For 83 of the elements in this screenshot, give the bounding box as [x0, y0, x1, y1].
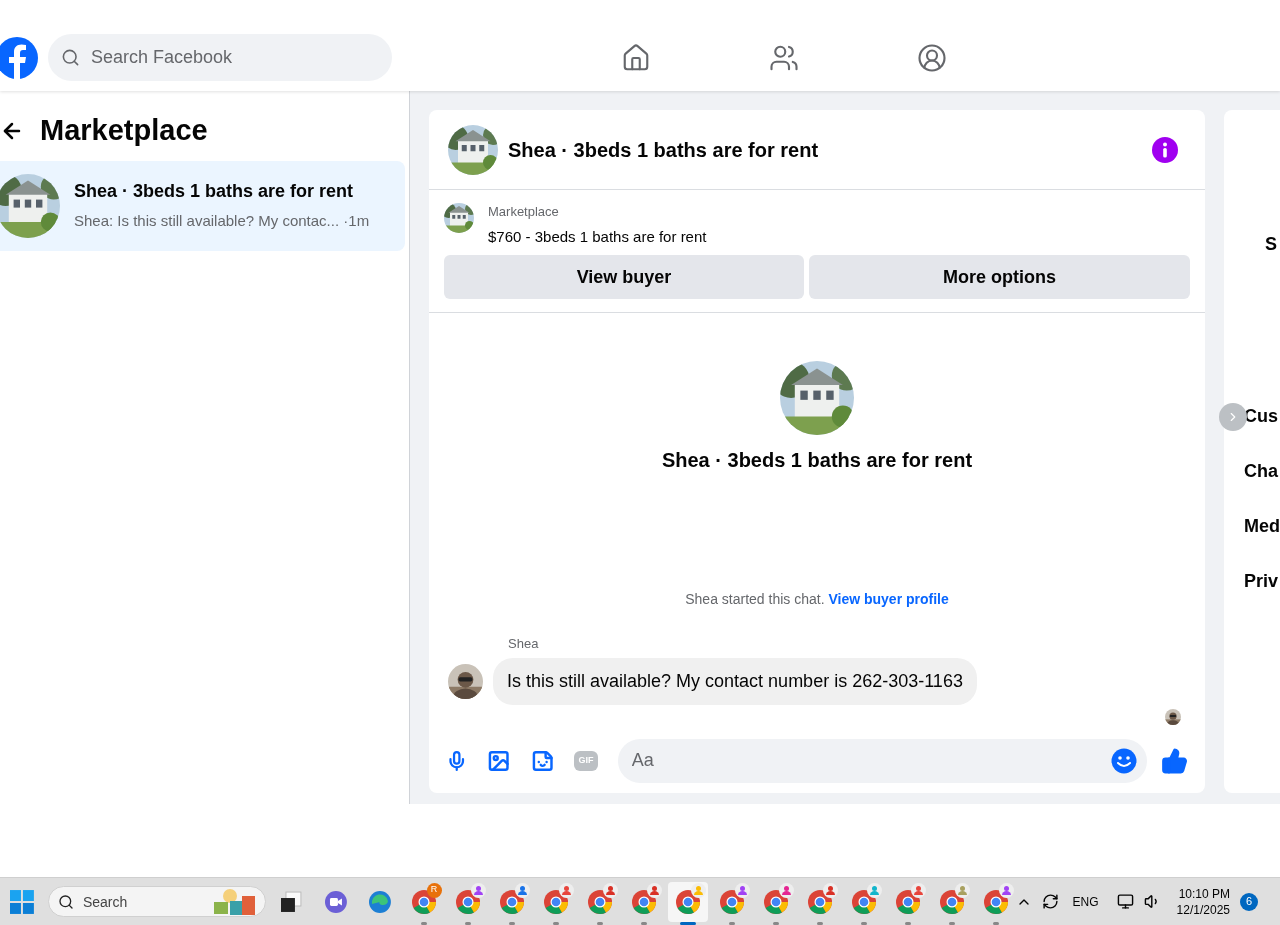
- language-indicator[interactable]: ENG: [1072, 892, 1099, 911]
- conversation-preview: Shea: Is this still available? My contac... ·1m: [74, 211, 370, 232]
- running-indicator: [728, 921, 735, 925]
- profile-badge-icon: [910, 882, 926, 898]
- browser-icon: [938, 888, 965, 915]
- clock[interactable]: 10:10 PM 12/1/2025: [1176, 885, 1230, 918]
- sender-name: Shea: [508, 635, 540, 653]
- running-indicator: [904, 921, 911, 925]
- details-item: S: [1265, 233, 1278, 256]
- running-indicator: [640, 921, 647, 925]
- browser-taskbar-button[interactable]: [667, 881, 708, 922]
- profile-tab[interactable]: [916, 41, 948, 74]
- search-field[interactable]: Search Facebook: [48, 34, 392, 81]
- conversation-title: Shea · 3beds 1 baths are for rent: [74, 180, 355, 204]
- browser-icon: [762, 888, 789, 915]
- details-item: Priv: [1244, 570, 1280, 593]
- message-bubble: Is this still available? My contact number is 262-303-1163: [493, 657, 977, 705]
- intro-title: Shea · 3beds 1 baths are for rent: [661, 448, 973, 473]
- active-indicator: [679, 921, 696, 925]
- profile-badge-icon: [514, 882, 530, 898]
- browser-icon: [586, 888, 613, 915]
- conversation-item[interactable]: Shea · 3beds 1 baths are for rent Shea: Is this still available? My contac... ·1m: [0, 160, 405, 251]
- listing-label: Marketplace: [488, 203, 560, 221]
- browser-icon: [498, 888, 525, 915]
- profile-badge-icon: [602, 882, 618, 898]
- browser-edge-icon[interactable]: [367, 889, 392, 914]
- message-field[interactable]: Aa: [617, 738, 1147, 783]
- profile-badge: R: [426, 882, 442, 898]
- network-icon[interactable]: [1116, 893, 1134, 910]
- browser-icon: [674, 888, 701, 915]
- listing-title: $760 - 3beds 1 baths are for rent: [488, 226, 707, 247]
- running-indicator: [860, 921, 867, 925]
- search-icon: [61, 48, 80, 67]
- running-indicator: [464, 921, 471, 925]
- emoji-icon[interactable]: [1110, 747, 1137, 774]
- profile-badge-icon: [998, 882, 1014, 898]
- sidebar-title: Marketplace: [40, 113, 208, 148]
- browser-icon: [718, 888, 745, 915]
- action-button[interactable]: View buyer: [444, 255, 804, 299]
- profile-badge-icon: [558, 882, 574, 898]
- browser-icon: [630, 888, 657, 915]
- buyer-profile-link[interactable]: View buyer profile: [828, 591, 949, 607]
- search-icon: [57, 894, 74, 910]
- start-icon[interactable]: [10, 889, 34, 914]
- video-chat-icon[interactable]: [323, 889, 348, 914]
- chat-title: Shea · 3beds 1 baths are for rent: [508, 137, 820, 163]
- action-button[interactable]: More options: [809, 255, 1190, 299]
- task-view-icon[interactable]: [279, 890, 302, 913]
- details-item: Cha: [1244, 460, 1279, 483]
- profile-badge-icon: [822, 882, 838, 898]
- profile-badge-icon: [646, 882, 662, 898]
- browser-icon: [410, 888, 437, 915]
- details-item: Cus: [1244, 405, 1279, 428]
- browser-icon: [454, 888, 481, 915]
- notification-badge[interactable]: 6: [1240, 892, 1258, 911]
- profile-badge-icon: [778, 882, 794, 898]
- running-indicator: [420, 921, 427, 925]
- profile-badge-icon: [954, 882, 970, 898]
- clock-date: 12/1/2025: [1176, 901, 1230, 918]
- browser-icon: [542, 888, 569, 915]
- details-item: Med: [1244, 515, 1280, 538]
- chat-start-note: Shea started this chat. View buyer profile: [685, 590, 949, 609]
- profile-badge-icon: [734, 882, 750, 898]
- sync-icon[interactable]: [1041, 893, 1059, 910]
- browser-icon: [850, 888, 877, 915]
- running-indicator: [948, 921, 955, 925]
- running-indicator: [596, 921, 603, 925]
- clock-time: 10:10 PM: [1178, 885, 1230, 902]
- info-icon[interactable]: [1152, 136, 1178, 163]
- running-indicator: [772, 921, 779, 925]
- browser-icon: [894, 888, 921, 915]
- running-indicator: [816, 921, 823, 925]
- browser-icon: [806, 888, 833, 915]
- sticker-icon[interactable]: [530, 748, 555, 773]
- running-indicator: [552, 921, 559, 925]
- running-indicator: [992, 921, 999, 925]
- profile-badge-icon: [470, 882, 486, 898]
- profile-badge-icon: [690, 882, 706, 898]
- photo-icon[interactable]: [487, 748, 511, 773]
- running-indicator: [508, 921, 515, 925]
- like-icon[interactable]: [1160, 746, 1188, 775]
- browser-icon: [982, 888, 1009, 915]
- profile-badge-icon: [866, 882, 882, 898]
